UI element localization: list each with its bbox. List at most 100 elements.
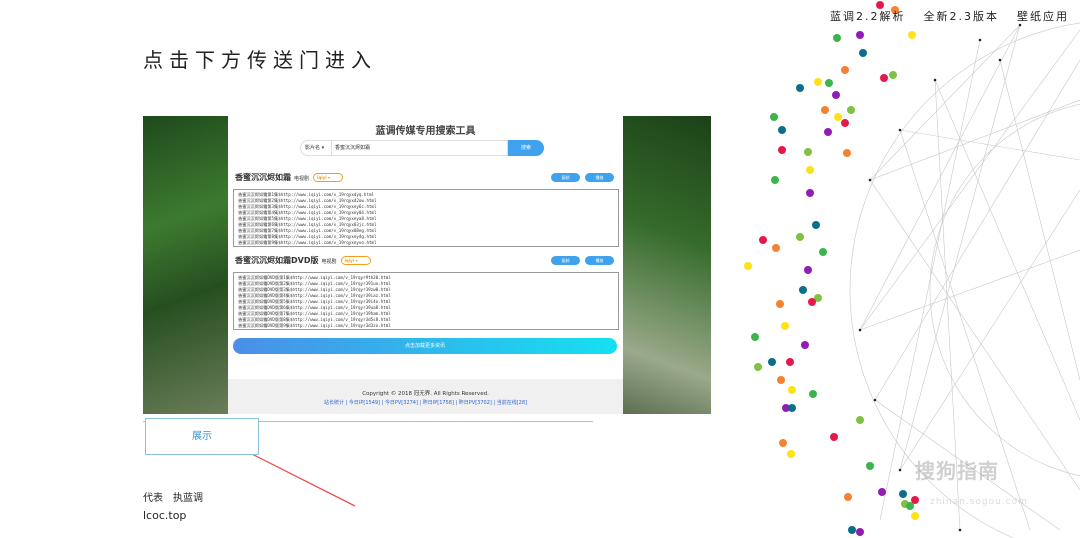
decorative-dot (778, 126, 786, 134)
decorative-dot (856, 31, 864, 39)
decorative-dot (804, 148, 812, 156)
web-node (898, 128, 902, 132)
result-title: 香蜜沉沉烬如霜DVD版 电视剧 iqiyi ▾ (235, 255, 371, 266)
web-node (868, 178, 872, 182)
decorative-dot (841, 66, 849, 74)
site-stats[interactable]: 站长统计 | 今日IP[1549] | 今日PV[3274] | 昨日IP[17… (228, 399, 623, 406)
episode-list[interactable]: 香蜜沉沉烬如霜DVD版第1集$http://www.iqiyi.com/v_19… (233, 272, 619, 330)
decorative-dot (866, 462, 874, 470)
web-node (898, 468, 902, 472)
embedded-screenshot: 蓝调传媒专用搜索工具 影片名 ▾ 香蜜沉沉烬如霜 搜索 香蜜沉沉烬如霜 电视剧 iq… (143, 116, 711, 414)
web-node (873, 398, 877, 402)
site-domain[interactable]: lcoc.top (143, 509, 186, 522)
top-navigation: 蓝调2.2解析 全新2.3版本 壁纸应用 在 (830, 8, 1080, 24)
decorative-dot (911, 512, 919, 520)
web-node (933, 78, 937, 82)
search-category-select[interactable]: 影片名 ▾ (300, 140, 332, 156)
decorative-dot (806, 189, 814, 197)
list-item: 香蜜沉沉烬如霜DVD版第9集$http://www.iqiyi.com/v_19… (238, 323, 391, 328)
copyright-text: Copyright © 2018 冠无界. All Rights Reserve… (362, 391, 489, 397)
decorative-dot (770, 113, 778, 121)
source-select[interactable]: iqiyi ▾ (340, 256, 371, 265)
web-node (858, 328, 862, 332)
web-node (1018, 23, 1022, 27)
show-button[interactable]: 展示 (145, 418, 259, 455)
load-more-button[interactable]: 点击加载更多资讯 (233, 338, 617, 354)
nav-item-new-version[interactable]: 全新2.3版本 (924, 8, 1000, 24)
decorative-dot (799, 286, 807, 294)
decorative-dot (772, 244, 780, 252)
decorative-dot (834, 113, 842, 121)
decorative-dot (830, 433, 838, 441)
play-button[interactable]: 播放 (585, 173, 614, 182)
decorative-dot (788, 386, 796, 394)
decorative-dot (821, 106, 829, 114)
watermark-text: 搜狗指南 (915, 459, 999, 483)
decorative-dot (843, 149, 851, 157)
decorative-dot (899, 490, 907, 498)
decorative-dot (844, 493, 852, 501)
web-node (978, 38, 982, 42)
decorative-dot (847, 106, 855, 114)
decorative-dot (814, 78, 822, 86)
decorative-dot (808, 298, 816, 306)
decorative-dot (841, 119, 849, 127)
grass-background-left (143, 116, 228, 414)
decorative-dot (744, 262, 752, 270)
decorative-dot (786, 358, 794, 366)
tool-title: 蓝调传媒专用搜索工具 (375, 126, 476, 137)
decorative-dot (754, 363, 762, 371)
decorative-dot (788, 404, 796, 412)
decorative-dot (825, 79, 833, 87)
decorative-dot (776, 300, 784, 308)
web-node (958, 528, 962, 532)
search-bar: 影片名 ▾ 香蜜沉沉烬如霜 搜索 (300, 140, 544, 156)
page-headline: 点击下方传送门进入 (143, 48, 377, 72)
decorative-dot (906, 502, 914, 510)
decorative-dot (787, 450, 795, 458)
copy-button[interactable]: 复制 (551, 173, 580, 182)
panel-footer: Copyright © 2018 冠无界. All Rights Reserve… (228, 379, 623, 414)
author-name: 执蓝调 (173, 493, 203, 504)
decorative-dot (856, 528, 864, 536)
decorative-dot (832, 91, 840, 99)
decorative-dot (908, 31, 916, 39)
decorative-dot (859, 49, 867, 57)
grass-background-right (623, 116, 711, 414)
decorative-dot (801, 341, 809, 349)
web-node (998, 58, 1002, 62)
representative-label: 代表 执蓝调 (143, 489, 213, 504)
decorative-dot (824, 128, 832, 136)
list-item: 香蜜沉沉烬如霜第9集$http://www.iqiyi.com/v_19rqyx… (238, 240, 377, 245)
decorative-dot (878, 488, 886, 496)
copy-button[interactable]: 复制 (551, 256, 580, 265)
daibiao-label: 代表 (143, 493, 163, 504)
nav-item-parse[interactable]: 蓝调2.2解析 (830, 8, 906, 24)
decorative-dot (809, 390, 817, 398)
decorative-dot (751, 333, 759, 341)
decorative-dot (796, 233, 804, 241)
decorative-dot (768, 358, 776, 366)
search-input[interactable]: 香蜜沉沉烬如霜 (332, 140, 508, 156)
decorative-dot (796, 84, 804, 92)
nav-item-wallpaper[interactable]: 壁纸应用 (1017, 8, 1069, 24)
decorative-dot (812, 221, 820, 229)
decorative-dot (880, 74, 888, 82)
decorative-dot (833, 34, 841, 42)
decorative-dot (781, 322, 789, 330)
episode-list[interactable]: 香蜜沉沉烬如霜第1集$http://www.iqiyi.com/v_19rqyx… (233, 189, 619, 247)
search-tool-panel: 蓝调传媒专用搜索工具 影片名 ▾ 香蜜沉沉烬如霜 搜索 香蜜沉沉烬如霜 电视剧 iq… (228, 116, 623, 414)
decorative-dot (759, 236, 767, 244)
source-select[interactable]: iqiyi ▾ (313, 173, 344, 182)
decorative-dot (856, 416, 864, 424)
watermark-subtext: zhinan.sogou.com (930, 497, 1028, 507)
decorative-dot (889, 71, 897, 79)
play-button[interactable]: 播放 (585, 256, 614, 265)
decorative-dot (771, 176, 779, 184)
decorative-dot (804, 266, 812, 274)
result-block-1: 香蜜沉沉烬如霜 电视剧 iqiyi ▾ 复制 播放 香蜜沉沉烬如霜第1集$http:… (233, 172, 619, 247)
search-button[interactable]: 搜索 (508, 140, 544, 156)
result-title: 香蜜沉沉烬如霜 电视剧 iqiyi ▾ (235, 172, 344, 183)
decorative-dot (848, 526, 856, 534)
decorative-dot (779, 439, 787, 447)
